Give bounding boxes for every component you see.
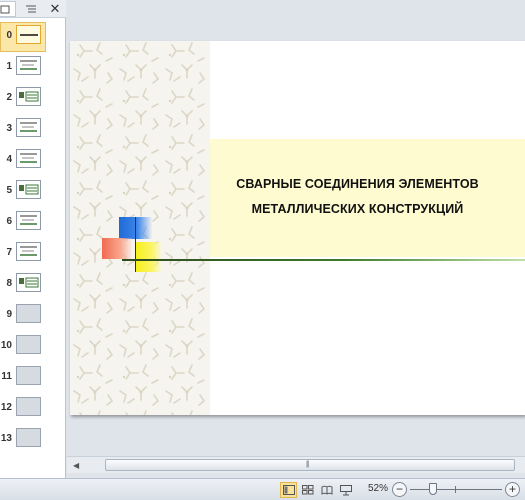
thumbnail-preview-icon	[19, 277, 39, 288]
slide-show-button[interactable]	[337, 482, 354, 498]
close-panel-button[interactable]: ✕	[46, 1, 64, 17]
zoom-out-button[interactable]: −	[392, 482, 407, 497]
slide-editing-area[interactable]: СВАРНЫЕ СОЕДИНЕНИЯ ЭЛЕМЕНТОВ МЕТАЛЛИЧЕСК…	[67, 0, 525, 478]
tab-slides[interactable]	[0, 1, 16, 17]
slide-thumbnail[interactable]	[16, 366, 41, 385]
slide-sorter-icon	[301, 485, 313, 495]
zoom-percentage[interactable]: 52%	[360, 483, 388, 494]
thumbnail-preview-icon	[20, 122, 37, 132]
zoom-slider-thumb[interactable]	[429, 483, 437, 495]
thumbnail-preview-icon	[19, 91, 39, 102]
outline-tab-icon	[26, 5, 36, 13]
zoom-in-button[interactable]: +	[505, 482, 520, 497]
normal-view-button[interactable]	[280, 482, 297, 498]
normal-view-icon	[282, 485, 295, 495]
slide-thumbnail[interactable]	[16, 242, 41, 261]
horizontal-line-decoration	[122, 259, 525, 261]
slide-number: 10	[0, 340, 12, 351]
slide-number: 6	[6, 216, 12, 227]
thumbnail-preview-icon	[19, 184, 39, 195]
slide-title[interactable]: СВАРНЫЕ СОЕДИНЕНИЯ ЭЛЕМЕНТОВ МЕТАЛЛИЧЕСК…	[210, 172, 505, 222]
slide-thumbnail[interactable]	[16, 180, 41, 199]
slide-number: 2	[6, 92, 12, 103]
slide-number: 1	[6, 61, 12, 72]
thumbnail-preview-icon	[20, 215, 37, 225]
slide-number: 13	[0, 433, 12, 444]
slide-thumbnail-row[interactable]: 10	[0, 332, 66, 363]
slide-title-line-1: СВАРНЫЕ СОЕДИНЕНИЯ ЭЛЕМЕНТОВ	[236, 177, 479, 191]
slide-thumbnail[interactable]	[16, 304, 41, 323]
slide-number: 7	[6, 247, 12, 258]
slide-thumbnail-row[interactable]: 5	[0, 177, 66, 208]
panel-tabs: ✕	[0, 0, 66, 18]
slide-title-line-2: МЕТАЛЛИЧЕСКИХ КОНСТРУКЦИЙ	[251, 202, 464, 216]
reading-view-icon	[321, 485, 332, 495]
slide-number: 11	[1, 371, 12, 382]
zoom-slider-track[interactable]	[410, 489, 502, 490]
thumbnail-preview-icon	[20, 153, 37, 163]
slide-thumbnail[interactable]	[16, 56, 41, 75]
slide-number: 3	[6, 123, 12, 134]
slides-panel: ✕ 0 1 2 3 4 5 6 7 8 9 10 11 12 13	[0, 0, 66, 478]
scrollbar-thumb[interactable]: |||	[105, 459, 515, 471]
slide-thumbnail[interactable]	[16, 87, 41, 106]
red-square-decoration	[102, 238, 132, 259]
slide-thumbnail-list: 0 1 2 3 4 5 6 7 8 9 10 11 12 13	[0, 22, 66, 456]
slide-thumbnail[interactable]	[16, 335, 41, 354]
slide-thumbnail-row[interactable]: 9	[0, 301, 66, 332]
slide-thumbnail-row[interactable]: 12	[0, 394, 66, 425]
thumbnail-preview-icon	[17, 26, 40, 43]
thumbnail-preview-icon	[20, 60, 37, 70]
slide-number: 9	[6, 309, 12, 320]
reading-view-button[interactable]	[318, 482, 335, 498]
slide-thumbnail-row[interactable]: 1	[0, 53, 66, 84]
slide-thumbnail-row[interactable]: 8	[0, 270, 66, 301]
slide-thumbnail[interactable]	[16, 397, 41, 416]
slide-thumbnail[interactable]	[16, 211, 41, 230]
tab-outline[interactable]	[20, 1, 42, 17]
slide-sorter-view-button[interactable]	[299, 482, 316, 498]
slide-number: 5	[6, 185, 12, 196]
slide-thumbnail[interactable]	[16, 428, 41, 447]
slide-thumbnail[interactable]	[16, 273, 41, 292]
slide-thumbnail-row[interactable]: 7	[0, 239, 66, 270]
slide-number: 0	[6, 30, 12, 41]
thumbnail-preview-icon	[20, 246, 37, 256]
slide-thumbnail-row[interactable]: 11	[0, 363, 66, 394]
slide-number: 4	[6, 154, 12, 165]
zoom-slider-center-tick	[455, 486, 456, 493]
slide-thumbnail-row[interactable]: 6	[0, 208, 66, 239]
horizontal-scrollbar[interactable]: ◀ |||	[67, 456, 525, 473]
slide-thumbnail-row[interactable]: 2	[0, 84, 66, 115]
slide-show-icon	[339, 484, 352, 495]
slide-number: 12	[0, 402, 12, 413]
slides-tab-icon	[0, 5, 10, 13]
vertical-line-decoration	[135, 217, 136, 272]
slide-thumbnail[interactable]	[16, 118, 41, 137]
slide-thumbnail-row[interactable]: 3	[0, 115, 66, 146]
scrollbar-grip-icon: |||	[306, 461, 310, 468]
slide-thumbnail-row[interactable]: 4	[0, 146, 66, 177]
slide-thumbnail-row[interactable]: 0	[0, 22, 66, 53]
status-bar: 52% − +	[0, 478, 525, 500]
slide-canvas[interactable]: СВАРНЫЕ СОЕДИНЕНИЯ ЭЛЕМЕНТОВ МЕТАЛЛИЧЕСК…	[70, 41, 525, 415]
scroll-left-arrow-icon[interactable]: ◀	[73, 461, 79, 470]
slide-number: 8	[6, 278, 12, 289]
slide-thumbnail[interactable]	[16, 25, 41, 44]
slide-thumbnail-row[interactable]: 13	[0, 425, 66, 456]
yellow-square-decoration	[136, 242, 162, 272]
slide-thumbnail[interactable]	[16, 149, 41, 168]
close-icon: ✕	[49, 1, 61, 16]
